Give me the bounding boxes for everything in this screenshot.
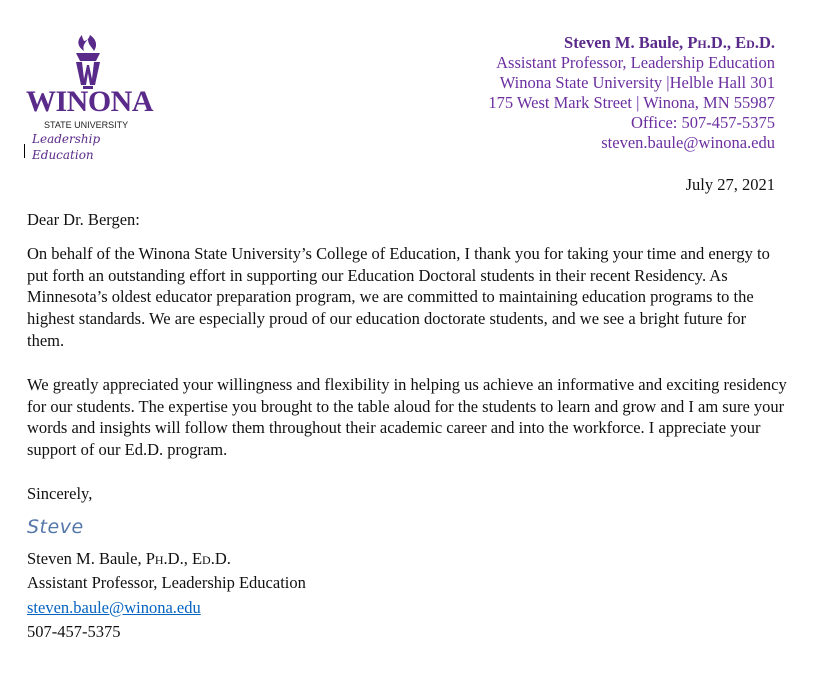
logo-program: Leadership Education	[32, 132, 101, 162]
letterhead: Steven M. Baule, Ph.D., Ed.D. Assistant …	[488, 33, 775, 153]
paragraph-1: On behalf of the Winona State University…	[27, 243, 770, 350]
sig-title: Assistant Professor, Leadership Educatio…	[27, 573, 306, 593]
sig-name: Steven M. Baule, Ph.D., Ed.D.	[27, 548, 231, 568]
logo-subtitle: STATE UNIVERSITY	[44, 120, 129, 130]
letterhead-office: Office: 507-457-5375	[630, 113, 775, 132]
sig-email-line: steven.baule@winona.edu	[27, 596, 787, 621]
letterhead-title: Assistant Professor, Leadership Educatio…	[496, 53, 775, 72]
winona-logo: WINONA STATE UNIVERSITY Leadership Educa…	[26, 33, 161, 162]
letterhead-email: steven.baule@winona.edu	[601, 133, 775, 152]
letter-date: July 27, 2021	[685, 175, 775, 194]
sig-phone: 507-457-5375	[27, 622, 121, 642]
closing: Sincerely,	[27, 483, 93, 503]
letterhead-address1: Winona State University |Helble Hall 301	[499, 73, 775, 92]
signature: Steve	[27, 515, 84, 538]
logo-wordmark: WINONA	[26, 85, 154, 118]
letterhead-name: Steven M. Baule, Ph.D., Ed.D.	[564, 33, 775, 52]
sig-email-link[interactable]: steven.baule@winona.edu	[27, 598, 201, 617]
signature-block: Steven M. Baule, Ph.D., Ed.D. Assistant …	[27, 547, 787, 645]
paragraph-2: We greatly appreciated your willingness …	[27, 374, 787, 460]
letter-body: Dear Dr. Bergen: On behalf of the Winona…	[27, 209, 787, 645]
letterhead-address2: 175 West Mark Street | Winona, MN 55987	[488, 93, 775, 112]
salutation: Dear Dr. Bergen:	[27, 210, 140, 229]
text-cursor	[24, 144, 25, 158]
